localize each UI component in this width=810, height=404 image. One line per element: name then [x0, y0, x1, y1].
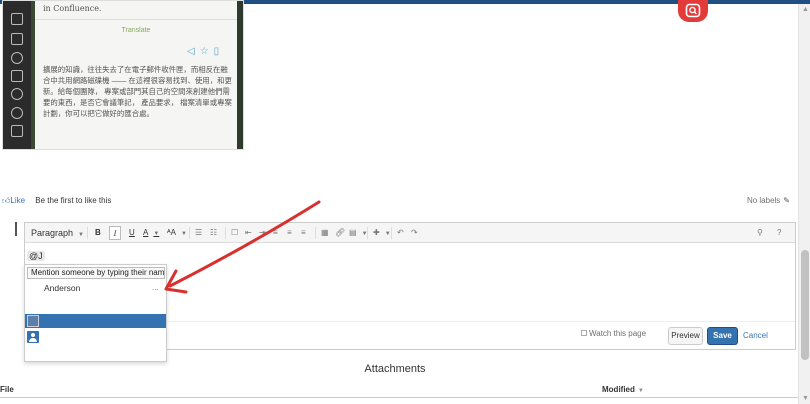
mention-token: @J — [27, 251, 45, 261]
chevron-down-icon: ▼ — [180, 231, 187, 237]
cancel-link[interactable]: Cancel — [743, 331, 768, 340]
italic-button[interactable]: I — [109, 226, 121, 240]
user-avatar — [27, 315, 39, 327]
translate-app-icon — [685, 3, 701, 18]
gear-icon — [11, 107, 23, 119]
insert-more-icon[interactable]: ✚ ▼ — [373, 226, 391, 240]
mention-autocomplete-dropdown: Mention someone by typing their name... … — [24, 264, 167, 362]
translated-text: 擴展的知識，往往失去了在電子郵件收件匣，而相反在融合中共用網路磁碟機 —— 在這… — [43, 65, 232, 118]
preview-button[interactable]: Preview — [668, 327, 703, 345]
floating-app-logo-icon[interactable] — [678, 0, 708, 22]
numbered-list-icon[interactable]: ☷ — [210, 226, 217, 240]
text-size-button[interactable]: ᴬA ▼ — [167, 226, 187, 240]
translation-panel: in Confluence. Translate ◁☆▯ 擴展的知識，往往失去了… — [35, 1, 237, 149]
pencil-icon[interactable]: ✎ — [783, 196, 790, 205]
checkbox[interactable] — [581, 330, 587, 336]
outdent-icon[interactable]: ⇥ — [259, 226, 266, 240]
copy-icon: ▯ — [213, 46, 225, 57]
scroll-up-icon[interactable]: ▲ — [802, 6, 809, 13]
toolbar-separator — [391, 227, 392, 239]
underline-button[interactable]: U — [129, 226, 135, 240]
like-button[interactable]: 👍︎Like — [2, 196, 25, 205]
like-summary: Be the first to like this — [35, 196, 112, 205]
toolbar-separator — [315, 227, 316, 239]
like-row: 👍︎Like Be the first to like this — [2, 196, 111, 206]
indent-icon[interactable]: ⇤ — [245, 226, 252, 240]
speaker-icon: ◁ — [187, 46, 200, 57]
redo-icon[interactable]: ↷ — [411, 226, 418, 240]
table-header-divider — [0, 397, 798, 398]
source-text: in Confluence. — [43, 4, 102, 13]
bullet-list-icon[interactable]: ☰ — [195, 226, 202, 240]
toolbar-separator — [87, 227, 88, 239]
watch-label: Watch this page — [589, 329, 647, 338]
chevron-down-icon: ▼ — [78, 232, 84, 238]
vertical-scrollbar[interactable]: ▲ ▼ — [798, 4, 810, 404]
chevron-down-icon: ▼ — [153, 231, 160, 237]
align-left-icon[interactable]: ≡ — [273, 226, 278, 240]
mention-result-name[interactable]: Anderson — [44, 283, 80, 293]
chevron-down-icon: ▼ — [384, 231, 391, 237]
book-icon — [11, 70, 23, 82]
page-icon — [11, 13, 23, 25]
watch-page-checkbox[interactable]: Watch this page — [581, 329, 646, 338]
save-button[interactable]: Save — [707, 327, 738, 345]
sort-icon: ▼ — [637, 388, 644, 394]
bold-button[interactable]: B — [95, 226, 101, 240]
align-center-icon[interactable]: ≡ — [287, 226, 292, 240]
toolbar-separator — [367, 227, 368, 239]
translate-label: Translate — [121, 27, 151, 34]
default-user-avatar-icon — [27, 331, 39, 343]
link-icon[interactable]: 🔗︎ — [335, 226, 345, 240]
chat-icon — [11, 125, 23, 137]
embed-right-edge — [237, 1, 243, 149]
paragraph-dropdown[interactable]: Paragraph ▼ — [31, 226, 84, 240]
embedded-screenshot-image: in Confluence. Translate ◁☆▯ 擴展的知識，往往失去了… — [2, 0, 244, 150]
play-icon — [11, 88, 23, 100]
toolbar-separator — [189, 227, 190, 239]
text-color-label: A — [143, 228, 149, 237]
text-color-button[interactable]: A ▼ — [143, 226, 159, 240]
help-icon[interactable]: ? — [777, 226, 781, 240]
scroll-down-icon[interactable]: ▼ — [802, 395, 809, 402]
embed-side-rail — [3, 1, 31, 149]
paragraph-label: Paragraph — [31, 228, 74, 238]
task-list-icon[interactable]: ☐ — [231, 226, 238, 240]
labels-area[interactable]: No labels ✎ — [747, 196, 790, 205]
divider — [35, 19, 237, 20]
labels-text: No labels — [746, 196, 781, 205]
translation-tools: ◁☆▯ — [187, 46, 224, 57]
search-icon[interactable]: ⚲ — [757, 226, 763, 240]
column-modified[interactable]: Modified ▼ — [602, 385, 644, 394]
heart-icon — [11, 52, 23, 64]
align-right-icon[interactable]: ≡ — [301, 226, 306, 240]
text-size-label: ᴬA — [167, 228, 176, 237]
mention-hint: Mention someone by typing their name... — [27, 267, 165, 279]
toolbar-separator — [225, 227, 226, 239]
tag-icon — [11, 33, 23, 45]
table-icon[interactable]: ▤ ▼ — [349, 226, 368, 240]
page-layout-icon[interactable]: ▦ — [321, 226, 329, 240]
mention-selected-row[interactable] — [25, 314, 166, 328]
editor-toolbar: Paragraph ▼ B I U A ▼ ᴬA ▼ ☰ ☷ ☐ ⇤ ⇥ ≡ ≡ ≡ … — [25, 223, 795, 243]
attachments-heading: Attachments — [364, 363, 426, 375]
star-icon: ☆ — [199, 46, 214, 57]
like-label: Like — [10, 196, 26, 205]
column-modified-label: Modified — [602, 385, 635, 394]
undo-icon[interactable]: ↶ — [397, 226, 404, 240]
column-file[interactable]: File — [0, 385, 14, 394]
mention-more-dots: ... — [152, 283, 159, 292]
comment-avatar-placeholder — [15, 222, 17, 236]
scrollbar-thumb[interactable] — [801, 250, 809, 360]
